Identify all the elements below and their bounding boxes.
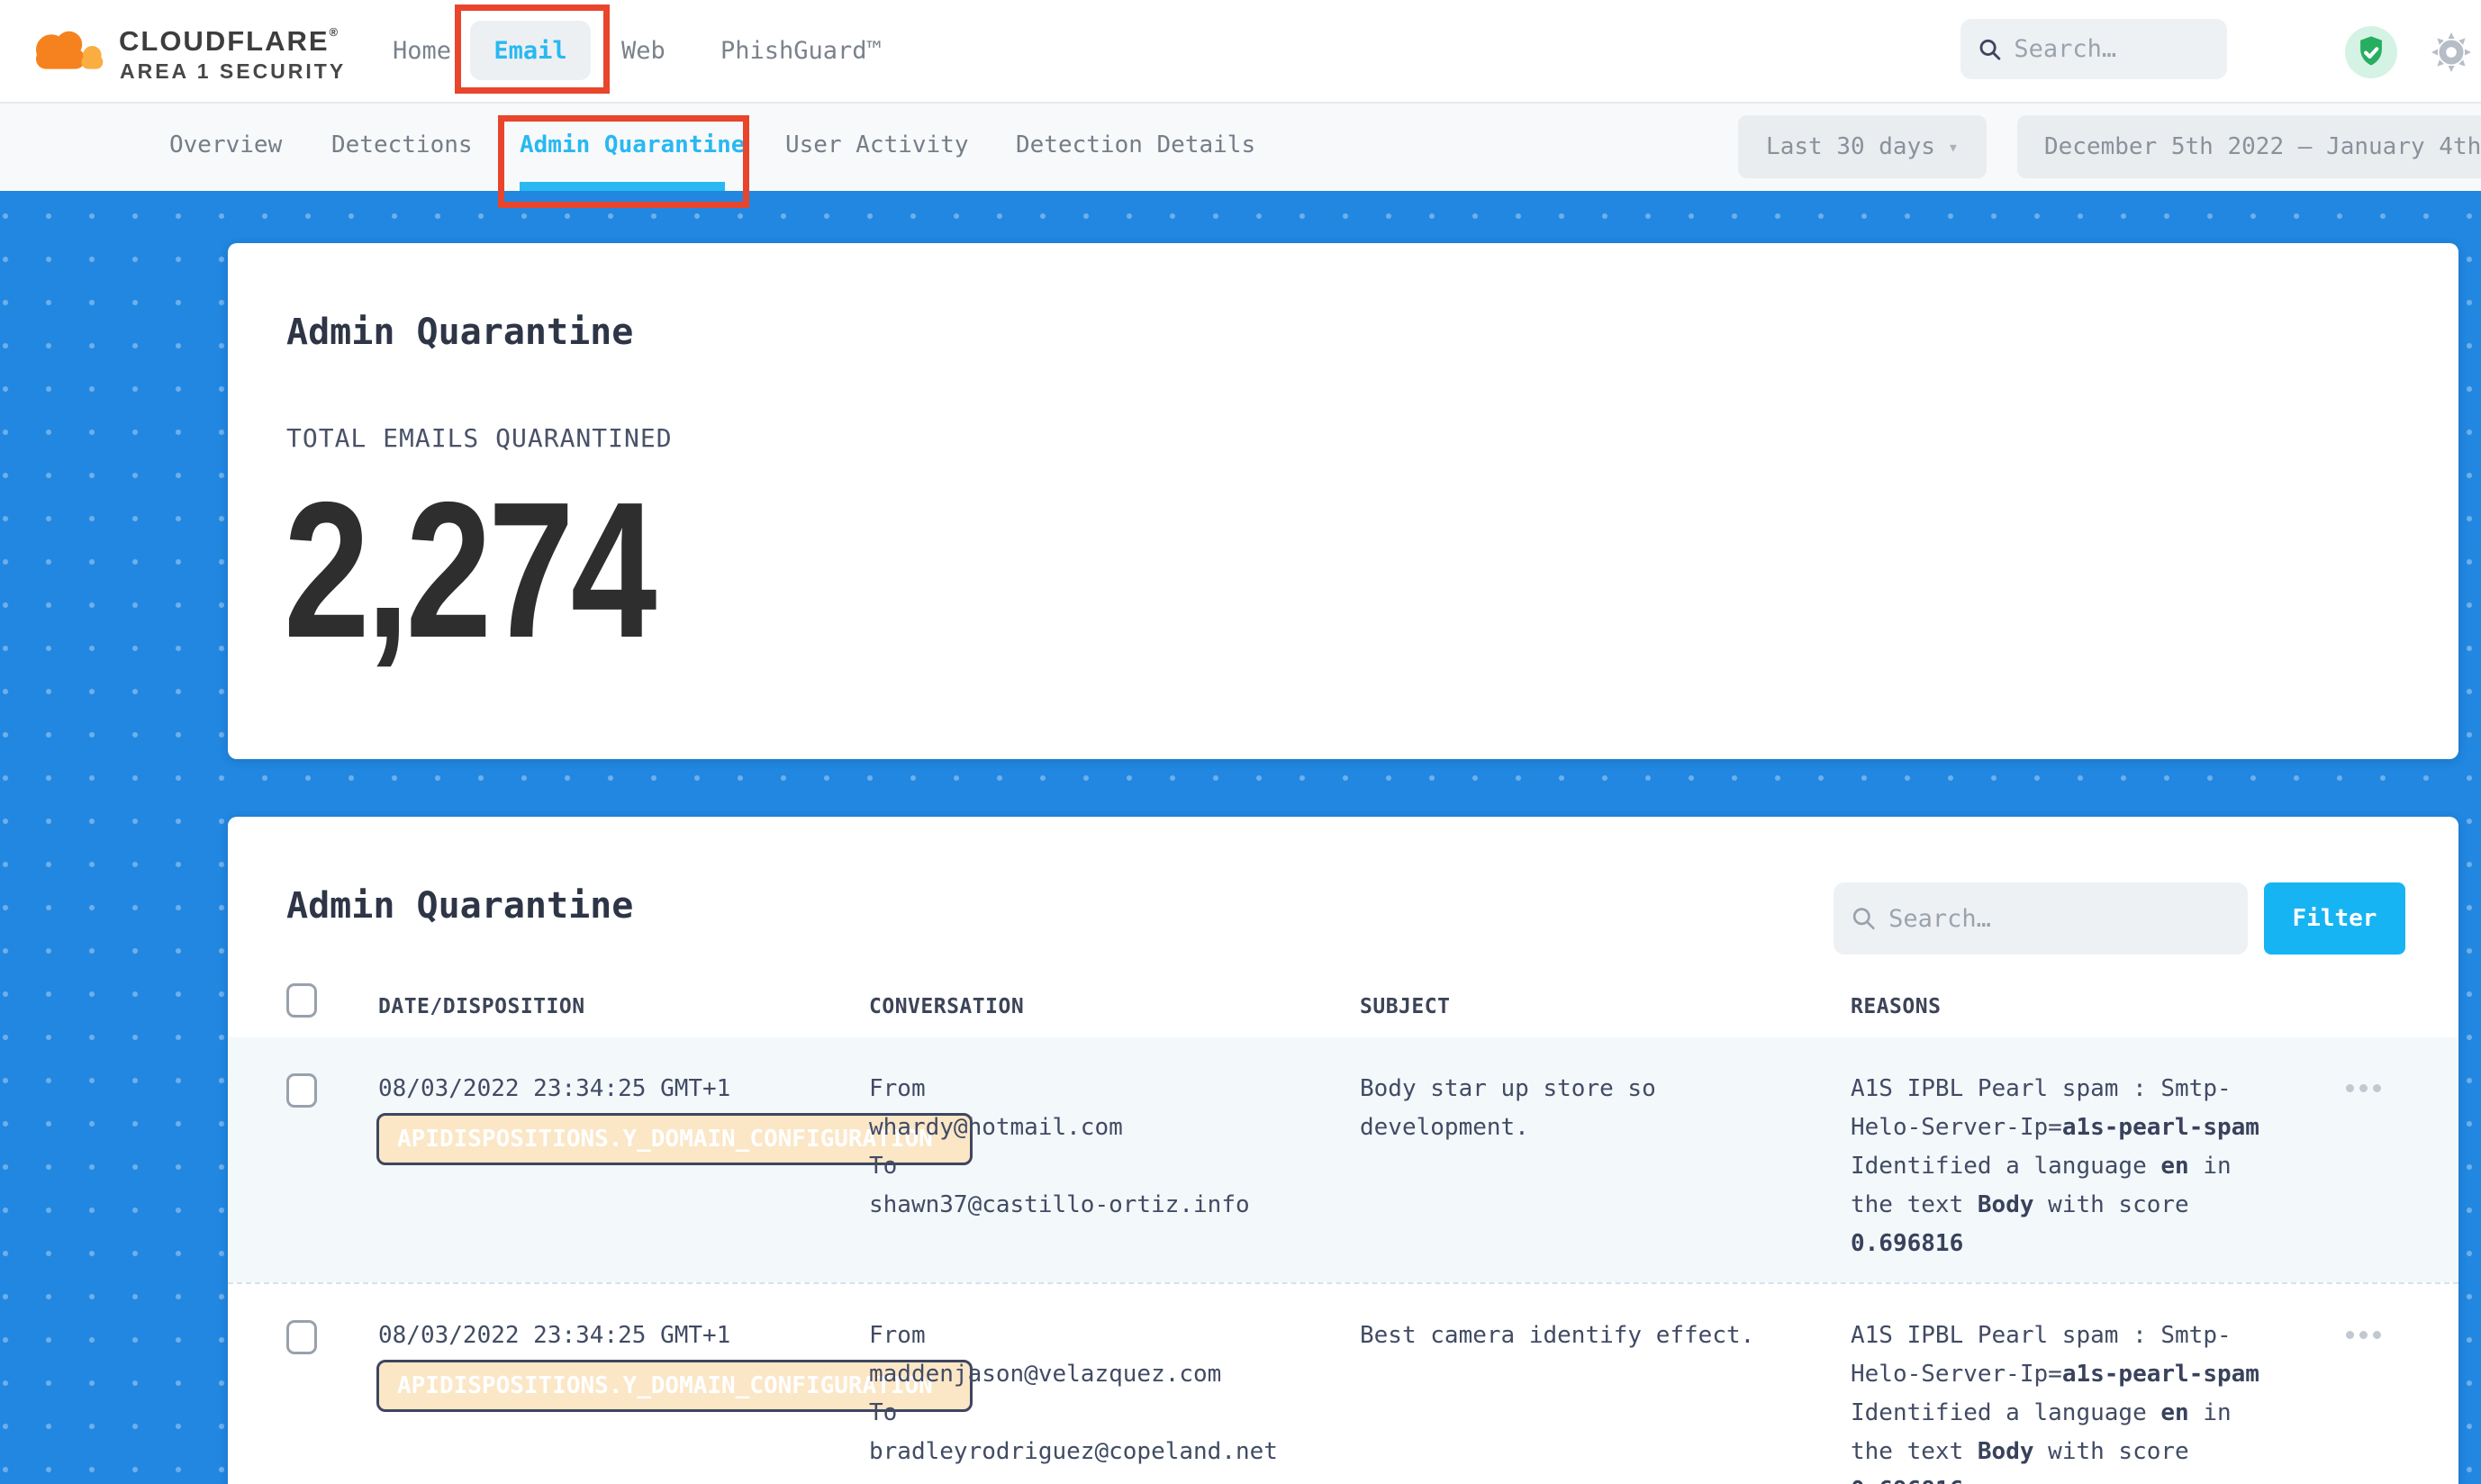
select-all-checkbox[interactable] [286,983,317,1018]
content-area: Admin Quarantine TOTAL EMAILS QUARANTINE… [0,191,2481,1484]
row-conversation: From whardy@hotmail.com To shawn37@casti… [869,1070,1355,1225]
to-address: bradleyrodriguez@copeland.net [869,1433,1355,1471]
row-reasons: A1S IPBL Pearl spam : Smtp-Helo-Server-I… [1851,1070,2268,1263]
to-label: To [869,1394,1355,1433]
row-actions-ellipsis-icon[interactable] [2346,1084,2381,1092]
cloudflare-logo-icon[interactable] [25,14,110,88]
protection-status-shield-icon[interactable] [2345,26,2397,78]
area1-dashboard: CLOUDFLARE® AREA 1 SECURITY Home Email W… [0,0,2481,1484]
row-select-checkbox[interactable] [286,1073,317,1108]
period-dropdown-label: Last 30 days [1766,133,1935,160]
table-search[interactable] [1834,882,2248,955]
date-range-text: December 5th 2022 — January 4th 2023 [2044,133,2481,160]
row-date: 08/03/2022 23:34:25 GMT+1 [378,1070,730,1108]
row-actions-ellipsis-icon[interactable] [2346,1331,2381,1339]
summary-card: Admin Quarantine TOTAL EMAILS QUARANTINE… [228,243,2458,759]
table-card-title: Admin Quarantine [286,885,633,927]
search-icon [1852,905,1876,932]
tab-detections[interactable]: Detections [331,131,473,158]
to-address: shawn37@castillo-ortiz.info [869,1186,1355,1225]
active-tab-underline [520,182,725,191]
email-sub-nav: Overview Detections Admin Quarantine Use… [0,104,2481,191]
topnav-home[interactable]: Home [393,37,451,65]
topnav-email[interactable]: Email [470,21,591,80]
tab-admin-quarantine[interactable]: Admin Quarantine [520,131,745,158]
brand-tagline: AREA 1 SECURITY [120,59,346,84]
column-header-subject: SUBJECT [1360,995,1450,1018]
global-search[interactable] [1960,19,2227,79]
column-header-conversation: CONVERSATION [869,995,1024,1018]
brand-mark: ® [330,25,340,39]
summary-card-title: Admin Quarantine [286,312,633,353]
table-search-input[interactable] [1888,905,2230,933]
from-address: whardy@hotmail.com [869,1108,1355,1147]
row-subject: Body star up store so development. [1360,1070,1803,1147]
period-dropdown[interactable]: Last 30 days ▾ [1738,115,1987,178]
row-reasons: A1S IPBL Pearl spam : Smtp-Helo-Server-I… [1851,1317,2268,1484]
topnav-phishguard[interactable]: PhishGuard™ [720,37,882,65]
row-conversation: From maddenjason@velazquez.com To bradle… [869,1317,1355,1471]
metric-value: 2,274 [284,466,653,674]
column-header-date-disposition: DATE/DISPOSITION [378,995,585,1018]
table-row: 08/03/2022 23:34:25 GMT+1 APIDISPOSITION… [228,1037,2458,1282]
settings-gear-icon[interactable] [2430,31,2473,74]
global-search-input[interactable] [2014,35,2209,63]
row-subject: Best camera identify effect. [1360,1317,1803,1355]
filter-button[interactable]: Filter [2264,882,2405,955]
row-select-checkbox[interactable] [286,1320,317,1354]
quarantine-table-card: Admin Quarantine Filter DATE/DISPOSITION… [228,817,2458,1484]
row-date: 08/03/2022 23:34:25 GMT+1 [378,1317,730,1355]
tab-overview[interactable]: Overview [169,131,282,158]
from-address: maddenjason@velazquez.com [869,1355,1355,1394]
table-row: 08/03/2022 23:34:25 GMT+1 APIDISPOSITION… [228,1282,2458,1484]
brand-name: CLOUDFLARE® [119,25,340,58]
quarantine-rows: 08/03/2022 23:34:25 GMT+1 APIDISPOSITION… [228,1037,2458,1484]
date-range-display[interactable]: December 5th 2022 — January 4th 2023 [2017,115,2481,178]
chevron-down-icon: ▾ [1948,136,1959,158]
tab-user-activity[interactable]: User Activity [785,131,969,158]
metric-label: TOTAL EMAILS QUARANTINED [286,423,673,453]
to-label: To [869,1147,1355,1186]
top-bar: CLOUDFLARE® AREA 1 SECURITY Home Email W… [0,0,2481,104]
from-label: From [869,1317,1355,1355]
search-icon [1978,36,2001,63]
column-header-reasons: REASONS [1851,995,1941,1018]
from-label: From [869,1070,1355,1108]
tab-detection-details[interactable]: Detection Details [1016,131,1255,158]
topnav-web[interactable]: Web [621,37,666,65]
